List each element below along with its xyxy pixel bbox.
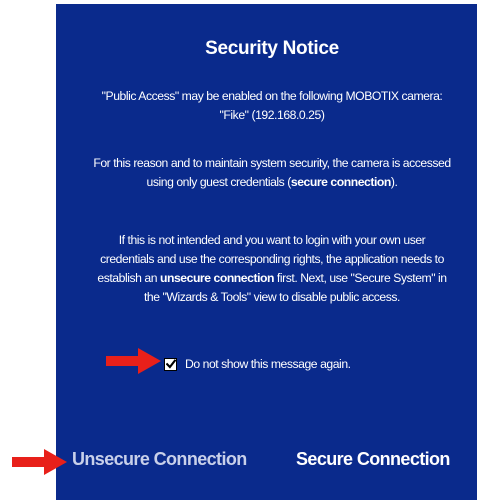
dialog-title: Security Notice bbox=[205, 38, 339, 59]
unsecure-connection-button[interactable]: Unsecure Connection bbox=[72, 449, 247, 470]
dont-show-again-label[interactable]: Do not show this message again. bbox=[185, 357, 351, 371]
guest-credentials-line2: using only guest credentials (secure con… bbox=[64, 173, 477, 192]
instructions-line3: establish an unsecure connection first. … bbox=[64, 269, 477, 288]
guest-credentials-text: using only guest credentials ( bbox=[146, 175, 292, 189]
arrow-icon bbox=[106, 348, 161, 374]
secure-connection-button[interactable]: Secure Connection bbox=[296, 449, 450, 470]
camera-name-line: "Fike" (192.168.0.25) bbox=[219, 108, 325, 122]
public-access-paragraph: "Public Access" may be enabled on the fo… bbox=[64, 87, 477, 125]
unsecure-connection-emphasis: unsecure connection bbox=[159, 271, 274, 285]
dont-show-again-row[interactable]: Do not show this message again. bbox=[164, 357, 351, 371]
security-notice-dialog: Security Notice "Public Access" may be e… bbox=[56, 4, 477, 500]
dont-show-again-checkbox[interactable] bbox=[164, 357, 177, 371]
guest-credentials-line1: For this reason and to maintain system s… bbox=[93, 156, 451, 170]
guest-credentials-closing: ). bbox=[390, 175, 398, 189]
public-access-line: "Public Access" may be enabled on the fo… bbox=[101, 89, 443, 103]
instructions-line2: credentials and use the corresponding ri… bbox=[100, 252, 444, 266]
instructions-line3-post: first. Next, use "Secure System" in bbox=[274, 271, 447, 285]
checkmark-icon bbox=[165, 359, 176, 369]
secure-connection-emphasis: secure connection bbox=[290, 175, 391, 189]
instructions-line1: If this is not intended and you want to … bbox=[118, 233, 426, 247]
instructions-line4: the "Wizards & Tools" view to disable pu… bbox=[144, 290, 400, 304]
arrow-icon bbox=[12, 449, 67, 475]
guest-credentials-paragraph: For this reason and to maintain system s… bbox=[64, 154, 477, 192]
unsecure-instructions-paragraph: If this is not intended and you want to … bbox=[64, 231, 477, 307]
instructions-line3-pre: establish an bbox=[97, 271, 160, 285]
